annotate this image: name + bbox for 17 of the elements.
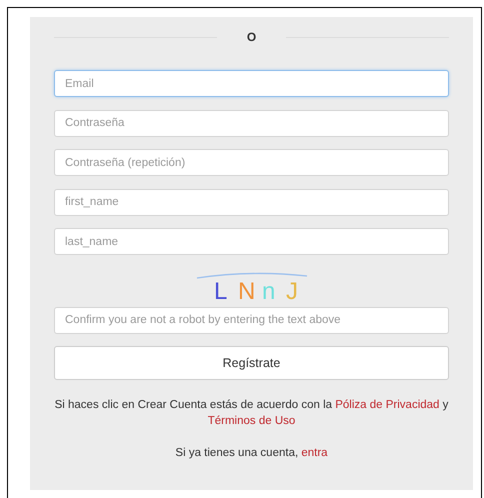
login-link[interactable]: entra — [301, 447, 328, 459]
captcha-input-field[interactable]: Confirm you are not a robot by entering the text above — [54, 306, 449, 334]
captcha-letter: N — [238, 278, 255, 304]
divider-label: O — [246, 30, 256, 44]
terms-notice: Si haces clic en Crear Cuenta estás de acuerdo con la Póliza de Privacidad y Términos de Uso — [54, 398, 449, 429]
terms-link[interactable]: Términos de Uso — [208, 415, 296, 427]
captcha-letter: L — [214, 278, 227, 304]
input-field[interactable]: Contraseña — [54, 110, 449, 136]
input-field[interactable]: first_name — [54, 188, 449, 216]
login-prompt: Si ya tienes una cuenta, entra — [174, 446, 329, 461]
register-button[interactable]: Regístrate — [54, 346, 449, 380]
input-field[interactable]: Contraseña (repetición) — [54, 149, 449, 176]
input-field[interactable]: Email — [54, 70, 449, 97]
captcha-letter: n — [262, 278, 275, 304]
privacy-link[interactable]: Póliza de Privacidad — [335, 399, 440, 411]
captcha-letter: J — [286, 278, 298, 304]
input-field[interactable]: last_name — [54, 228, 449, 255]
